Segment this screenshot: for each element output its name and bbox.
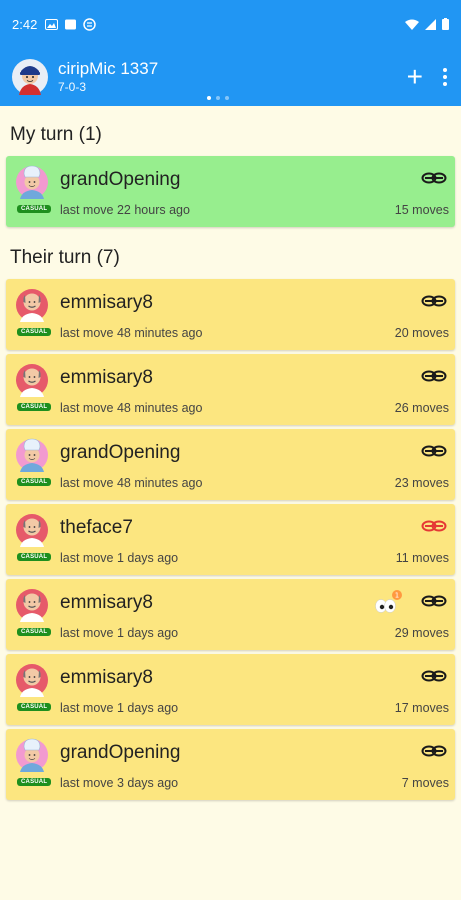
- page-dot: [225, 96, 229, 100]
- cell-signal-icon: [425, 18, 436, 30]
- opponent-name: grandOpening: [60, 442, 181, 463]
- last-move-time: last move 1 days ago: [60, 551, 179, 565]
- chain-link-icon[interactable]: [421, 294, 447, 308]
- chain-link-icon[interactable]: [421, 669, 447, 683]
- opponent-name: grandOpening: [60, 169, 181, 190]
- last-move-time: last move 22 hours ago: [60, 203, 190, 217]
- app-bar: ciripMic 1337 7-0-3 +: [0, 48, 461, 106]
- page-indicator: [207, 96, 229, 100]
- last-move-time: last move 48 minutes ago: [60, 326, 203, 340]
- game-type-badge: CASUAL: [17, 553, 52, 561]
- game-card[interactable]: CASUAL emmisary8 last move 48 minutes ago 2…: [6, 279, 455, 350]
- account-name: ciripMic 1337: [58, 59, 159, 78]
- chain-link-icon[interactable]: [421, 171, 447, 185]
- move-count: 23 moves: [394, 476, 449, 490]
- game-type-badge: CASUAL: [17, 478, 52, 486]
- game-card[interactable]: CASUAL emmisary8 last move 1 days ago 17 mo…: [6, 654, 455, 725]
- opponent-name: grandOpening: [60, 742, 181, 763]
- status-time: 2:42: [12, 16, 38, 32]
- overflow-menu-icon[interactable]: [441, 64, 449, 90]
- spectator-eyes-icon[interactable]: 1: [373, 589, 403, 615]
- move-count: 29 moves: [394, 626, 449, 640]
- game-card[interactable]: CASUAL theface7 last move 1 days ago 11 mov…: [6, 504, 455, 575]
- last-move-time: last move 1 days ago: [60, 626, 179, 640]
- game-card[interactable]: CASUAL grandOpening last move 48 minutes a…: [6, 429, 455, 500]
- opponent-name: emmisary8: [60, 667, 153, 688]
- opponent-name: theface7: [60, 517, 133, 538]
- opponent-avatar: [16, 664, 48, 697]
- page-dot: [216, 96, 220, 100]
- last-move-time: last move 3 days ago: [60, 776, 179, 790]
- account-record: 7-0-3: [58, 80, 87, 94]
- opponent-name: emmisary8: [60, 592, 153, 613]
- chain-link-icon[interactable]: [421, 444, 447, 458]
- new-game-button[interactable]: +: [407, 63, 423, 91]
- move-count: 26 moves: [394, 401, 449, 415]
- their-turn-list: CASUAL emmisary8 last move 48 minutes ago 2…: [0, 279, 461, 800]
- last-move-time: last move 48 minutes ago: [60, 476, 203, 490]
- game-type-badge: CASUAL: [17, 778, 52, 786]
- chain-link-icon[interactable]: [421, 369, 447, 383]
- move-count: 20 moves: [394, 326, 449, 340]
- game-type-badge: CASUAL: [17, 703, 52, 711]
- their-turn-header: Their turn (7): [10, 247, 120, 268]
- move-count: 17 moves: [394, 701, 449, 715]
- spectator-count: 1: [395, 592, 399, 600]
- user-avatar[interactable]: [12, 59, 48, 95]
- page-dot-active: [207, 96, 211, 100]
- opponent-avatar: [16, 289, 48, 322]
- move-count: 15 moves: [394, 203, 449, 217]
- game-card[interactable]: CASUAL emmisary8 last move 1 days ago 29 mo…: [6, 579, 455, 650]
- battery-icon: [442, 18, 449, 30]
- game-card[interactable]: CASUAL grandOpening last move 22 hours ago…: [6, 156, 455, 227]
- my-turn-header: My turn (1): [10, 124, 102, 145]
- game-type-badge: CASUAL: [17, 628, 52, 636]
- game-card[interactable]: CASUAL emmisary8 last move 48 minutes ago 2…: [6, 354, 455, 425]
- move-count: 11 moves: [395, 551, 449, 565]
- game-type-badge: CASUAL: [17, 328, 52, 336]
- opponent-name: emmisary8: [60, 292, 153, 313]
- opponent-avatar: [16, 738, 48, 772]
- opponent-avatar: [16, 165, 48, 199]
- last-move-time: last move 1 days ago: [60, 701, 179, 715]
- game-type-badge: CASUAL: [17, 403, 52, 411]
- game-type-badge: CASUAL: [17, 205, 52, 213]
- my-turn-list: CASUAL grandOpening last move 22 hours ago…: [0, 156, 461, 227]
- game-card[interactable]: CASUAL grandOpening last move 3 days ago 7 …: [6, 729, 455, 800]
- chain-link-icon[interactable]: [421, 519, 447, 533]
- move-count: 7 moves: [401, 776, 449, 790]
- chain-link-icon[interactable]: [421, 594, 447, 608]
- opponent-avatar: [16, 364, 48, 397]
- chain-link-icon[interactable]: [421, 744, 447, 758]
- opponent-avatar: [16, 438, 48, 472]
- sync-notification-icon: [83, 17, 97, 31]
- opponent-avatar: [16, 514, 48, 547]
- opponent-avatar: [16, 589, 48, 622]
- opponent-name: emmisary8: [60, 367, 153, 388]
- wifi-icon: [405, 19, 419, 30]
- status-bar: 2:42: [0, 0, 461, 48]
- notification-icon: [65, 19, 77, 29]
- photos-notification-icon: [45, 18, 59, 30]
- last-move-time: last move 48 minutes ago: [60, 401, 203, 415]
